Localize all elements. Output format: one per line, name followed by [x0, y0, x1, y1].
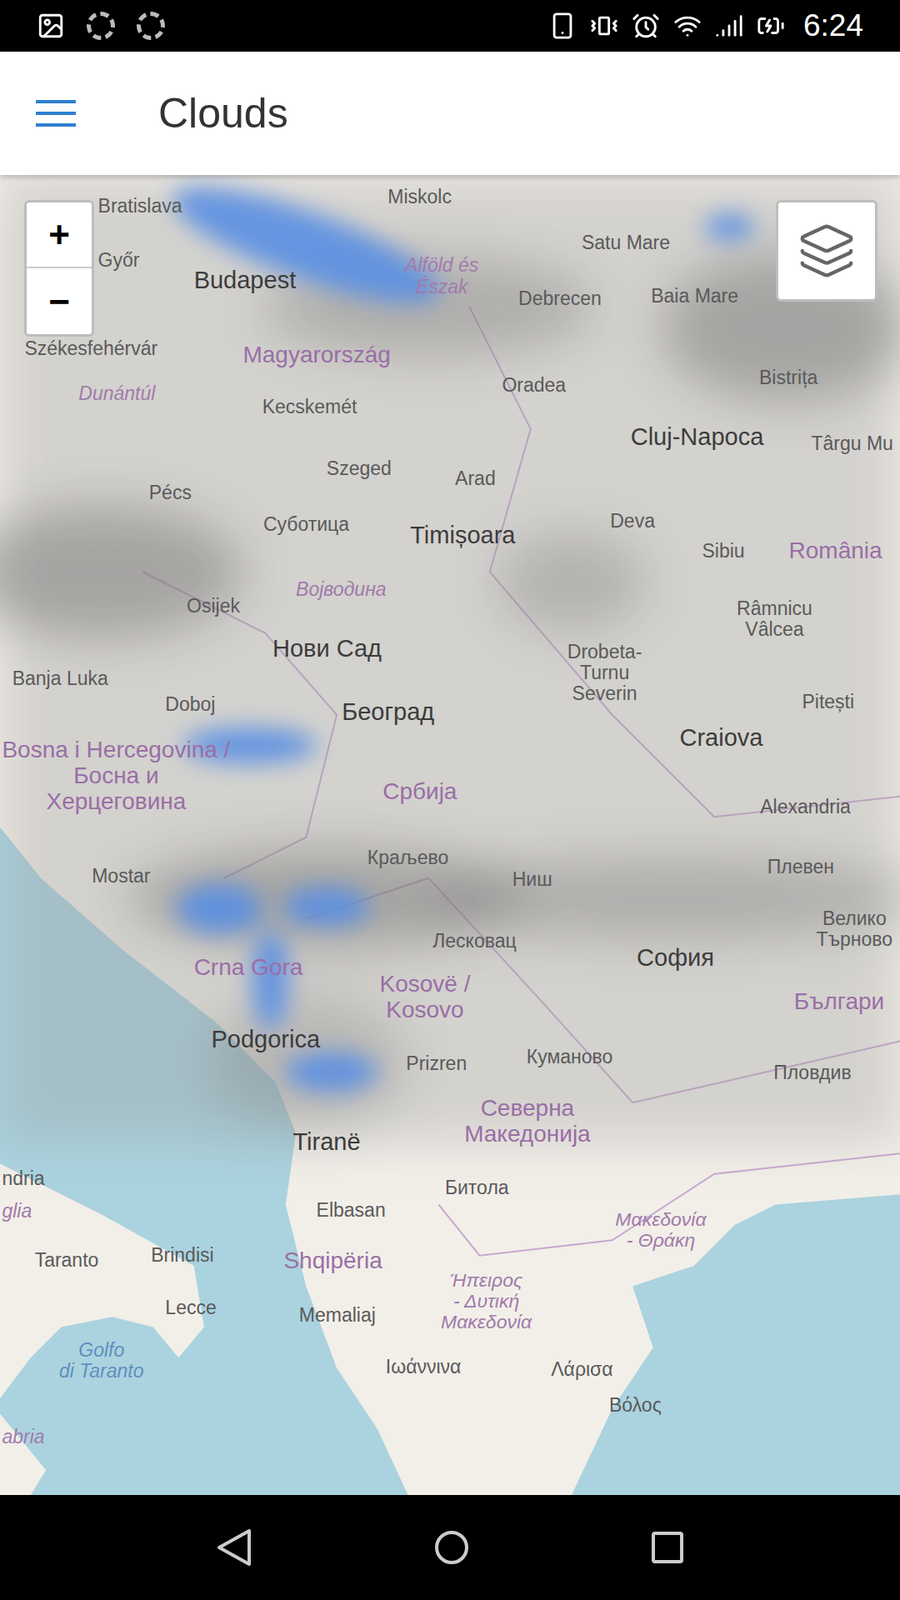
map-label: Kosovë / Kosovo	[380, 971, 471, 1024]
map-label: Taranto	[35, 1250, 100, 1271]
signal-icon	[715, 11, 744, 40]
map-label: Szeged	[326, 458, 392, 480]
layers-button[interactable]	[775, 200, 878, 302]
zoom-control: +−	[24, 200, 95, 337]
map-label: Debrecen	[518, 289, 602, 310]
map-label: Северна Македонија	[464, 1096, 591, 1149]
image-icon	[36, 11, 65, 40]
map-label: Bistrița	[759, 367, 818, 389]
loading-icon	[136, 11, 165, 40]
map-label: Sibiu	[701, 540, 745, 562]
map-label: ndria	[1, 1168, 45, 1190]
map-label: Memaliaj	[299, 1305, 376, 1326]
map-label: Elbasan	[316, 1200, 386, 1221]
map-label: Győr	[98, 250, 140, 271]
map-label: Arad	[455, 468, 496, 490]
map-label: Битола	[445, 1177, 510, 1199]
map-label: Pécs	[149, 482, 192, 504]
map-label: Лесковац	[432, 930, 516, 952]
app-bar: Clouds	[0, 51, 900, 175]
phone-icon	[548, 11, 577, 40]
back-icon[interactable]	[215, 1527, 253, 1568]
map-label: Banja Luka	[12, 668, 109, 690]
map-label: Miskolc	[387, 186, 452, 208]
map-label: Timișoara	[410, 523, 515, 550]
map-label: Magyarország	[242, 341, 390, 368]
map-label: Târgu Mu	[810, 434, 893, 455]
clock: 6:24	[803, 2, 864, 50]
map-label: Пловдив	[773, 1062, 851, 1084]
map-label: Podgorica	[210, 1026, 320, 1054]
map-label: Râmnicu Vâlcea	[736, 597, 813, 640]
alarm-icon	[631, 11, 660, 40]
map-label: Плевен	[767, 857, 835, 879]
map-label: Pitești	[801, 691, 855, 713]
map-label: Alföld és Észak	[405, 255, 479, 298]
map-label: glia	[1, 1200, 32, 1222]
map-label: Mostar	[91, 866, 150, 888]
map-label: România	[789, 537, 883, 564]
map-label: Нови Сад	[272, 635, 382, 663]
map-label: Војводина	[295, 580, 387, 601]
loading-icon	[86, 11, 115, 40]
map-label: Kecskemét	[262, 397, 358, 419]
nav-bar	[0, 1495, 900, 1600]
map-label: Lecce	[165, 1298, 216, 1320]
recents-icon[interactable]	[650, 1530, 685, 1565]
map-label: Београд	[341, 699, 435, 726]
map-label: Ниш	[512, 869, 553, 890]
map-label: Oradea	[501, 375, 566, 397]
map-label: Μακεδονία - Θράκη	[615, 1209, 706, 1252]
map-label: Краљево	[367, 848, 449, 870]
map-label: Българи	[794, 988, 885, 1015]
map-label: Baia Mare	[650, 285, 739, 307]
map-label: Dunántúl	[78, 384, 155, 405]
zoom-in-button[interactable]: +	[26, 202, 92, 269]
map-label: Cluj-Napoca	[630, 424, 765, 451]
map-label: Куманово	[526, 1047, 614, 1069]
map-label: abria	[1, 1426, 45, 1448]
map-label: Ήπειρος - Δυτική Μακεδονία	[440, 1270, 532, 1334]
map-label: Alexandria	[760, 797, 851, 819]
battery-icon	[756, 11, 785, 40]
map-label: Golfo di Taranto	[59, 1340, 144, 1383]
map-label: Shqipëria	[283, 1247, 382, 1274]
vibrate-icon	[590, 11, 619, 40]
map-label: Србија	[382, 778, 457, 805]
map-label: Drobeta- Turnu Severin	[567, 641, 642, 705]
map-label: Суботица	[263, 514, 350, 535]
map-label: Tiranë	[292, 1129, 360, 1156]
map-label: Székesfehérvár	[24, 339, 158, 360]
layers-icon	[797, 221, 856, 280]
map-label: Satu Mare	[581, 232, 670, 254]
wifi-icon	[673, 11, 702, 40]
zoom-out-button[interactable]: −	[26, 268, 92, 335]
menu-button[interactable]	[35, 100, 76, 127]
map-label: Osijek	[186, 595, 240, 617]
map-label: Crna Gora	[194, 955, 304, 981]
app-title: Clouds	[158, 82, 289, 145]
map-label: Ιωάννινα	[385, 1357, 462, 1379]
map-label: Brindisi	[150, 1245, 214, 1266]
map-label: Prizren	[405, 1053, 467, 1075]
status-bar: 6:24	[0, 0, 900, 52]
app-screen: 6:24 Clouds Bratislava Győr Miskolc Satu Mare…	[0, 0, 900, 1600]
map-label: Велико Търново	[816, 908, 893, 951]
map-label: Βόλος	[609, 1395, 662, 1416]
home-icon[interactable]	[433, 1529, 470, 1566]
map-label: Bosna i Hercegovina / Босна и Херцеговин…	[1, 737, 230, 815]
map[interactable]: Bratislava Győr Miskolc Satu Mare Budapest Al…	[0, 175, 900, 1495]
menu-icon	[35, 100, 76, 104]
map-label: Craiova	[680, 725, 764, 752]
map-label: Λάρισα	[550, 1359, 613, 1380]
map-label: София	[636, 945, 715, 972]
map-label: Bratislava	[98, 195, 183, 217]
map-label: Budapest	[194, 267, 297, 295]
map-label: Doboj	[165, 694, 215, 715]
map-label: Deva	[610, 511, 655, 533]
